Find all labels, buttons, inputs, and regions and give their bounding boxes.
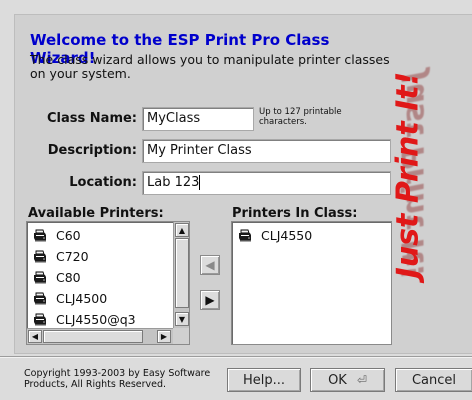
printer-icon xyxy=(34,313,46,326)
description-label: Description: xyxy=(47,143,137,158)
printer-icon xyxy=(34,250,46,263)
printer-name: C80 xyxy=(56,270,81,285)
class-name-label: Class Name: xyxy=(47,111,137,126)
printer-list-item[interactable]: C720 xyxy=(27,246,173,267)
location-value: Lab 123 xyxy=(147,175,200,190)
available-printers-list[interactable]: C60 C720 C80 CLJ4500 CLJ4550@q3 ▲ ▼ ◀ ▶ xyxy=(26,221,190,345)
printer-list-item[interactable]: C80 xyxy=(27,267,173,288)
printer-list-item[interactable]: CLJ4550@q3 xyxy=(27,309,173,330)
class-name-input[interactable]: MyClass xyxy=(142,107,254,131)
printer-name: CLJ4550@q3 xyxy=(56,312,136,327)
printer-list-item[interactable]: CLJ4500 xyxy=(27,288,173,309)
available-horizontal-scrollbar[interactable]: ◀ ▶ xyxy=(27,328,173,344)
location-input[interactable]: Lab 123 xyxy=(142,171,391,195)
cancel-button[interactable]: Cancel xyxy=(395,368,472,392)
arrow-left-icon: ◀ xyxy=(205,258,215,272)
help-button-label: Help... xyxy=(242,372,286,388)
scroll-corner xyxy=(173,328,189,344)
printer-icon xyxy=(34,292,46,305)
ok-button[interactable]: OK ⏎ xyxy=(310,368,385,392)
ok-button-label: OK xyxy=(328,372,347,388)
printer-name: CLJ4500 xyxy=(56,291,108,306)
available-printers-label: Available Printers: xyxy=(28,206,164,221)
printer-list-item[interactable]: C60 xyxy=(27,225,173,246)
add-to-class-button[interactable]: ▶ xyxy=(200,290,220,310)
printer-name: C60 xyxy=(56,228,81,243)
scroll-thumb[interactable] xyxy=(175,238,189,308)
printer-name: CLJ4550 xyxy=(261,228,313,243)
printer-name: C720 xyxy=(56,249,89,264)
enter-key-icon: ⏎ xyxy=(356,373,367,387)
description-value: My Printer Class xyxy=(147,143,252,158)
class-name-hint: Up to 127 printable characters. xyxy=(259,107,342,127)
cancel-button-label: Cancel xyxy=(411,372,457,388)
location-label: Location: xyxy=(69,175,137,190)
horizontal-scroll-thumb[interactable] xyxy=(43,330,143,343)
wizard-intro: The class wizard allows you to manipulat… xyxy=(30,52,390,81)
scroll-up-button[interactable]: ▲ xyxy=(175,223,189,237)
printer-icon xyxy=(34,229,46,242)
text-caret xyxy=(199,175,201,190)
scroll-down-button[interactable]: ▼ xyxy=(175,312,189,326)
copyright-text: Copyright 1993-2003 by Easy Software Pro… xyxy=(24,368,211,390)
description-input[interactable]: My Printer Class xyxy=(142,139,391,163)
scroll-right-button[interactable]: ▶ xyxy=(157,330,171,343)
footer-separator xyxy=(0,356,472,358)
printers-in-class-label: Printers In Class: xyxy=(232,206,358,221)
arrow-right-icon: ▶ xyxy=(205,293,215,307)
scroll-left-button[interactable]: ◀ xyxy=(28,330,42,343)
printer-icon xyxy=(239,229,251,242)
printer-icon xyxy=(34,271,46,284)
help-button[interactable]: Help... xyxy=(227,368,301,392)
class-name-value: MyClass xyxy=(147,111,201,126)
printers-in-class-list[interactable]: CLJ4550 xyxy=(231,221,392,345)
remove-from-class-button[interactable]: ◀ xyxy=(200,255,220,275)
available-vertical-scrollbar[interactable]: ▲ ▼ xyxy=(173,222,189,328)
printer-list-item[interactable]: CLJ4550 xyxy=(232,225,390,246)
